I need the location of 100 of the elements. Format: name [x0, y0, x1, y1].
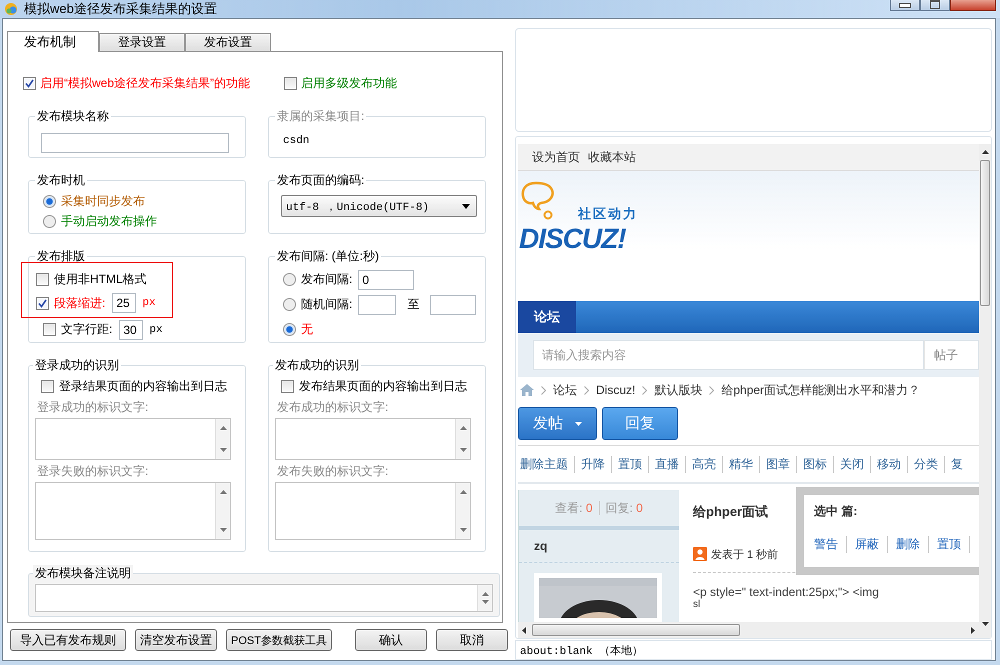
views-label: 查看: 0	[555, 500, 592, 516]
group-title: 发布模块备注说明	[33, 565, 133, 582]
app-icon	[4, 2, 18, 16]
input-field[interactable]	[430, 294, 476, 314]
caret-icon	[575, 422, 582, 426]
vertical-scrollbar[interactable]	[979, 144, 991, 638]
scroll-left-icon[interactable]	[522, 626, 526, 634]
checkbox-label: 发布结果页面的内容输出到日志	[299, 378, 467, 394]
popup-link[interactable]: 警告	[814, 536, 847, 553]
dialog-button[interactable]: 取消	[436, 629, 508, 651]
checkbox-label: 使用非HTML格式	[54, 270, 147, 288]
moderation-link[interactable]: 高亮	[685, 456, 722, 472]
top-link[interactable]: 收藏本站	[588, 148, 636, 166]
group-title: 发布页面的编码:	[275, 172, 366, 189]
group-title: 发布成功的识别	[273, 357, 361, 374]
post-time: 发表于 1 秒前	[711, 548, 778, 562]
moderation-link[interactable]: 直播	[648, 456, 685, 472]
input-field[interactable]	[41, 133, 229, 153]
tab[interactable]: 登录设置	[99, 33, 185, 51]
input-field[interactable]	[358, 294, 396, 314]
maximize-button[interactable]	[920, 0, 950, 11]
radio-button[interactable]	[283, 273, 296, 286]
group-title: 登录成功的识别	[33, 357, 121, 374]
close-button[interactable]	[950, 0, 996, 11]
moderation-link[interactable]: 删除主题	[518, 456, 574, 472]
nav-tab[interactable]: 论坛	[518, 301, 576, 333]
group-title: 发布排版	[35, 248, 87, 265]
unit-label: px	[149, 324, 163, 336]
moderation-link[interactable]: 移动	[870, 456, 907, 472]
input-field[interactable]: 25	[112, 293, 136, 313]
radio-button[interactable]	[43, 214, 56, 228]
popup-title: 选中 篇:	[814, 503, 858, 520]
checkbox[interactable]	[284, 76, 298, 90]
project-name: csdn	[283, 135, 310, 147]
moderation-link[interactable]: 分类	[907, 456, 944, 472]
radio-button[interactable]	[283, 323, 296, 336]
input-field[interactable]: 30	[119, 320, 144, 340]
moderation-link[interactable]: 精华	[722, 456, 759, 472]
scroll-right-icon[interactable]	[971, 626, 975, 634]
tab[interactable]: 发布机制	[7, 31, 99, 52]
field-label: 登录失败的标识文字:	[37, 462, 150, 480]
popup-link[interactable]: 置顶	[929, 536, 970, 553]
checkbox[interactable]	[23, 76, 36, 90]
range-separator: 至	[407, 296, 420, 313]
minimize-button[interactable]	[890, 0, 920, 11]
breadcrumb-link[interactable]: 给phper面试怎样能测出水平和潜力？	[721, 382, 920, 398]
checkbox[interactable]	[281, 380, 294, 392]
radio-button[interactable]	[43, 194, 56, 208]
post-text: <p style=" text-indent:25px;"> <img	[693, 585, 880, 599]
breadcrumb-link[interactable]: Discuz!	[596, 383, 636, 397]
field-label: 发布失败的标识文字:	[277, 462, 390, 480]
checkbox[interactable]	[41, 380, 54, 392]
encoding-dropdown[interactable]: utf-8 ，Unicode(UTF-8)	[281, 195, 477, 217]
logo-wordmark: DISCUZ!	[519, 223, 626, 255]
checkbox[interactable]	[36, 272, 49, 286]
scroll-up-icon[interactable]	[982, 150, 988, 154]
radio-label: 手动启动发布操作	[61, 212, 157, 230]
tab[interactable]: 发布设置	[185, 33, 271, 51]
input-field[interactable]: 0	[358, 270, 414, 290]
dialog-button[interactable]: POST参数截获工具	[226, 629, 332, 651]
unit-label: px	[142, 297, 156, 309]
moderation-link[interactable]: 升降	[574, 456, 611, 472]
checkbox-label: 文字行距:	[61, 321, 112, 338]
dialog-button[interactable]: 清空发布设置	[135, 629, 217, 651]
checkbox-label: 启用多级发布功能	[301, 74, 398, 92]
moderation-link[interactable]: 复	[944, 456, 969, 472]
chevron-icon	[541, 386, 546, 394]
post-text: sl	[693, 599, 702, 610]
author-name[interactable]: zq	[519, 530, 679, 563]
moderation-link[interactable]: 置顶	[611, 456, 648, 472]
dialog-button[interactable]: 导入已有发布规则	[10, 629, 126, 651]
moderation-link[interactable]: 关闭	[833, 456, 870, 472]
checkbox-label: 段落缩进:	[54, 294, 106, 312]
top-link[interactable]: 设为首页	[532, 148, 580, 166]
checkbox[interactable]	[43, 323, 56, 336]
speech-bubble-icon	[521, 181, 557, 221]
popup-link[interactable]: 屏蔽	[847, 536, 888, 553]
horizontal-scrollbar[interactable]	[518, 622, 979, 638]
logo-tagline: 社区动力	[578, 205, 638, 223]
scroll-thumb[interactable]	[980, 160, 990, 306]
breadcrumb-link[interactable]: 论坛	[553, 382, 577, 398]
moderation-link[interactable]: 图章	[759, 456, 796, 472]
popup-link[interactable]: 删除	[888, 536, 929, 553]
checkbox-label: 登录结果页面的内容输出到日志	[59, 378, 227, 394]
moderation-link[interactable]: 图标	[796, 456, 833, 472]
status-bar: about:blank （本地）	[515, 640, 992, 660]
post-action-button[interactable]: 发帖	[518, 407, 597, 440]
user-icon	[693, 547, 707, 561]
home-icon[interactable]	[520, 384, 534, 396]
window-title: 模拟web途径发布采集结果的设置	[24, 0, 217, 18]
scroll-down-icon[interactable]	[982, 622, 988, 626]
breadcrumb-link[interactable]: 默认版块	[654, 382, 702, 398]
chevron-icon	[709, 386, 714, 394]
scroll-thumb[interactable]	[532, 624, 740, 636]
checkbox[interactable]	[36, 296, 49, 310]
search-scope-dropdown[interactable]: 帖子	[924, 340, 979, 370]
radio-button[interactable]	[283, 298, 296, 311]
dropdown-arrow-icon	[462, 204, 470, 208]
group-title: 隶属的采集项目:	[275, 108, 366, 125]
dialog-button[interactable]: 确认	[355, 629, 427, 651]
